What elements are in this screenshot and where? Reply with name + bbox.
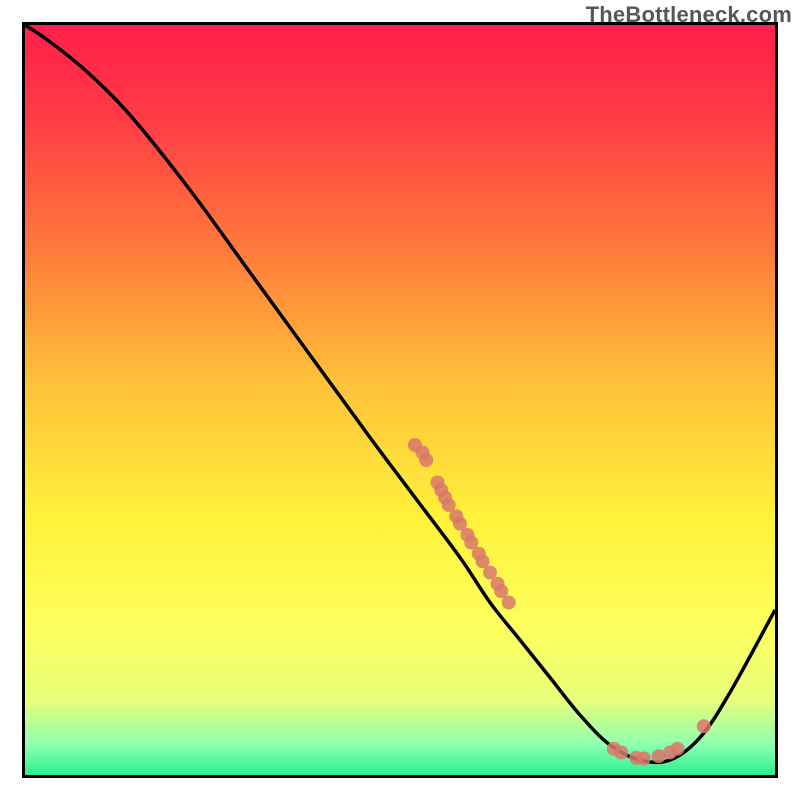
data-point (419, 453, 433, 467)
scatter-group (408, 438, 711, 766)
chart-frame: TheBottleneck.com (0, 0, 800, 800)
bottleneck-curve (25, 25, 775, 762)
data-point (637, 752, 651, 766)
data-point (671, 742, 685, 756)
plot-area (22, 22, 778, 778)
data-point (502, 596, 516, 610)
data-point (614, 746, 628, 760)
data-point (697, 719, 711, 733)
chart-svg (25, 25, 775, 775)
